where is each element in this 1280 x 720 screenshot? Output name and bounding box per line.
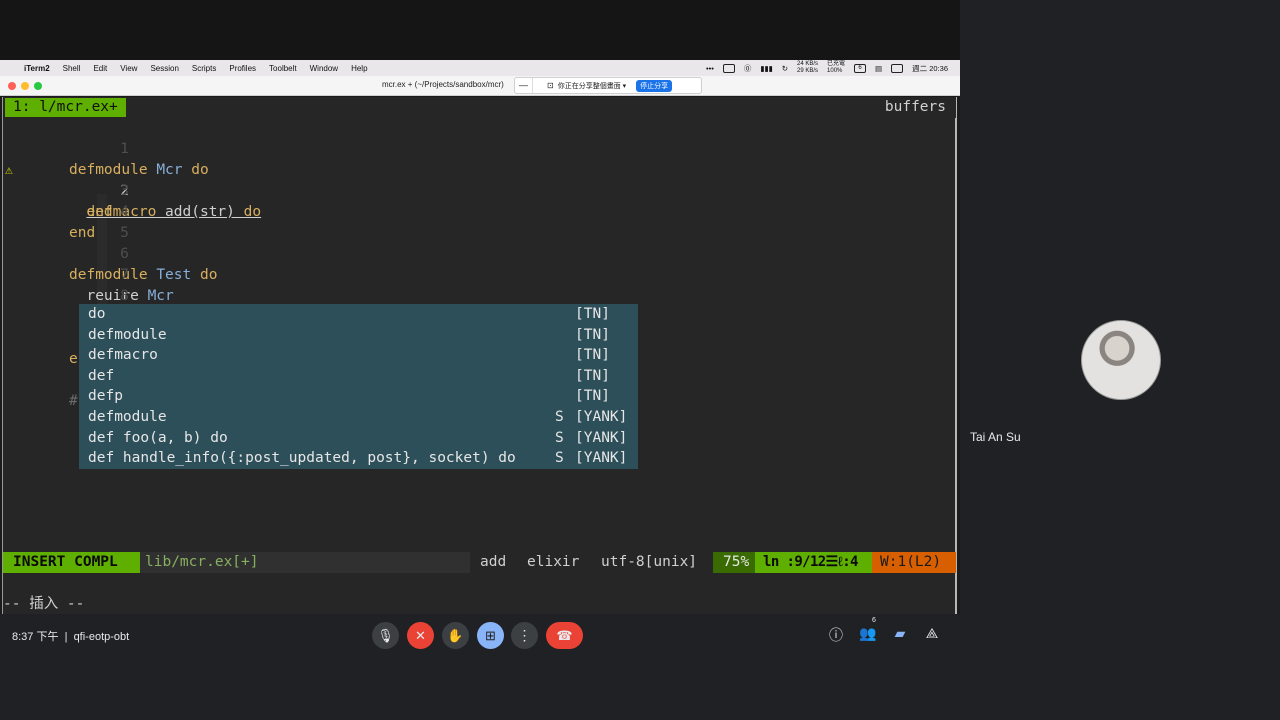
status-filetype: elixir bbox=[527, 554, 580, 570]
minimize-button[interactable] bbox=[21, 82, 29, 90]
flag-icon[interactable]: ▤ bbox=[875, 64, 882, 73]
battery-pct: 100% bbox=[827, 68, 843, 74]
menu-session[interactable]: Session bbox=[150, 64, 178, 73]
window-titlebar: mcr.ex + (~/Projects/sandbox/mcr) — ⊡ 你正… bbox=[0, 76, 960, 96]
buffers-label: buffers bbox=[884, 99, 946, 115]
menu-profiles[interactable]: Profiles bbox=[229, 64, 256, 73]
completion-item[interactable]: defmodule [TN] bbox=[79, 325, 638, 346]
display-icon[interactable] bbox=[891, 63, 904, 73]
participant-name: Tai An Su bbox=[970, 430, 1021, 444]
chat-icon[interactable]: ▰ bbox=[890, 625, 910, 642]
code-text: # bbox=[69, 393, 78, 409]
window-title: mcr.ex + (~/Projects/sandbox/mcr) bbox=[382, 80, 504, 89]
onepassword-icon[interactable]: ⓪ bbox=[744, 63, 752, 74]
code-line: 6 defmodule Test do bbox=[3, 223, 956, 283]
status-position: ln :9/12☰ℓ:4 bbox=[755, 552, 872, 573]
tabline: 1: l/mcr.ex+ buffers bbox=[3, 97, 956, 118]
completion-item[interactable]: defmacro [TN] bbox=[79, 345, 638, 366]
status-filename: lib/mcr.ex[+] bbox=[140, 552, 470, 573]
meet-controls: 8:37 下午 | qfi-eotp-obt 🎙 ✕ ✋ ⊞ ⋮ ☎ ⓘ 👥 6… bbox=[0, 614, 960, 660]
share-status-text[interactable]: 你正在分享整個畫面 ▾ bbox=[558, 81, 626, 91]
calendar-icon[interactable]: 6 bbox=[854, 63, 867, 73]
avatar bbox=[1081, 320, 1161, 400]
status-function: add bbox=[480, 554, 507, 570]
share-minimize-button[interactable]: — bbox=[515, 78, 533, 93]
code-line: ⚠ 2 defmacro add(str) do bbox=[3, 139, 956, 220]
more-icon[interactable]: ••• bbox=[706, 64, 714, 73]
shared-screen: iTerm2 Shell Edit View Session Scripts P… bbox=[0, 0, 960, 660]
status-warnings: W:1(L2) bbox=[872, 552, 956, 573]
completion-popup: do [TN] defmodule [TN] defmacro [TN] def [TN… bbox=[79, 304, 638, 469]
clock-text[interactable]: 週二 20:36 bbox=[912, 63, 948, 74]
code-line: 8 bbox=[3, 265, 956, 304]
meeting-code: qfi-eotp-obt bbox=[73, 631, 130, 643]
bars-icon[interactable]: ▮▮▮ bbox=[760, 64, 772, 73]
battery-status[interactable]: 已充電 100% bbox=[827, 61, 845, 75]
completion-item[interactable]: defmodule S [YANK] bbox=[79, 407, 638, 428]
code-line: 5 bbox=[3, 202, 956, 241]
leave-call-button[interactable]: ☎ bbox=[546, 622, 583, 649]
menubar-status-area: ••• ⓪ ▮▮▮ ↻ 24 KB/s 29 KB/s 已充電 100% 6 ▤… bbox=[706, 60, 948, 76]
completion-item[interactable]: do [TN] bbox=[79, 304, 638, 325]
close-button[interactable] bbox=[8, 82, 16, 90]
completion-item[interactable]: defp [TN] bbox=[79, 386, 638, 407]
menu-edit[interactable]: Edit bbox=[93, 64, 107, 73]
screen: iTerm2 Shell Edit View Session Scripts P… bbox=[0, 0, 1280, 720]
net-up: 24 KB/s bbox=[797, 61, 819, 67]
menu-toolbelt[interactable]: Toolbelt bbox=[269, 64, 297, 73]
download-icon[interactable] bbox=[722, 63, 735, 73]
raise-hand-button[interactable]: ✋ bbox=[442, 622, 469, 649]
network-speed: 24 KB/s 29 KB/s bbox=[797, 61, 818, 75]
menu-view[interactable]: View bbox=[120, 64, 137, 73]
completion-item[interactable]: def foo(a, b) do S [YANK] bbox=[79, 428, 638, 449]
meeting-time: 8:37 下午 bbox=[12, 631, 59, 643]
tab-active[interactable]: 1: l/mcr.ex+ bbox=[5, 98, 126, 117]
activities-icon[interactable]: ⟁ bbox=[922, 625, 942, 642]
present-button[interactable]: ⊞ bbox=[477, 622, 504, 649]
people-icon[interactable]: 👥 bbox=[858, 625, 878, 642]
menu-shell[interactable]: Shell bbox=[63, 64, 81, 73]
people-count: 6 bbox=[872, 617, 876, 624]
screen-share-bar: — ⊡ 你正在分享整個畫面 ▾ 停止分享 bbox=[514, 77, 702, 94]
completion-item[interactable]: def handle_info({:post_updated, post}, s… bbox=[79, 448, 638, 469]
camera-off-button[interactable]: ✕ bbox=[407, 622, 434, 649]
present-icon: ⊡ bbox=[547, 81, 554, 90]
code-line: 7 reuire Mcr bbox=[3, 244, 956, 304]
meeting-info: 8:37 下午 | qfi-eotp-obt bbox=[12, 631, 130, 643]
menu-help[interactable]: Help bbox=[351, 64, 367, 73]
sync-icon[interactable]: ↻ bbox=[782, 64, 788, 73]
status-encoding: utf-8[unix] bbox=[601, 554, 698, 570]
letterbox-top bbox=[0, 0, 960, 60]
code-line: 1 defmodule Mcr do bbox=[3, 118, 956, 178]
vim-cmdline: -- 插入 -- bbox=[3, 596, 85, 612]
net-down: 29 KB/s bbox=[797, 68, 819, 74]
battery-label: 已充電 bbox=[827, 61, 846, 67]
participant-tile[interactable]: Tai An Su bbox=[962, 268, 1280, 451]
info-icon[interactable]: ⓘ bbox=[826, 625, 846, 645]
menu-window[interactable]: Window bbox=[310, 64, 338, 73]
completion-item[interactable]: def [TN] bbox=[79, 366, 638, 387]
menu-scripts[interactable]: Scripts bbox=[192, 64, 216, 73]
microphone-button[interactable]: 🎙 bbox=[372, 622, 399, 649]
mac-menubar: iTerm2 Shell Edit View Session Scripts P… bbox=[0, 60, 960, 76]
code-line: 3 end bbox=[3, 160, 956, 220]
code-line: 4 end bbox=[3, 181, 956, 241]
zoom-button[interactable] bbox=[34, 82, 42, 90]
mode-indicator: INSERT COMPL bbox=[3, 552, 140, 573]
vim-terminal[interactable]: 1: l/mcr.ex+ buffers 1 defmodule Mcr do … bbox=[2, 97, 957, 614]
more-options-button[interactable]: ⋮ bbox=[511, 622, 538, 649]
vim-statusline: INSERT COMPL lib/mcr.ex[+] add elixir ut… bbox=[3, 552, 956, 573]
menu-app-name[interactable]: iTerm2 bbox=[24, 64, 50, 73]
stop-share-button[interactable]: 停止分享 bbox=[636, 79, 673, 92]
